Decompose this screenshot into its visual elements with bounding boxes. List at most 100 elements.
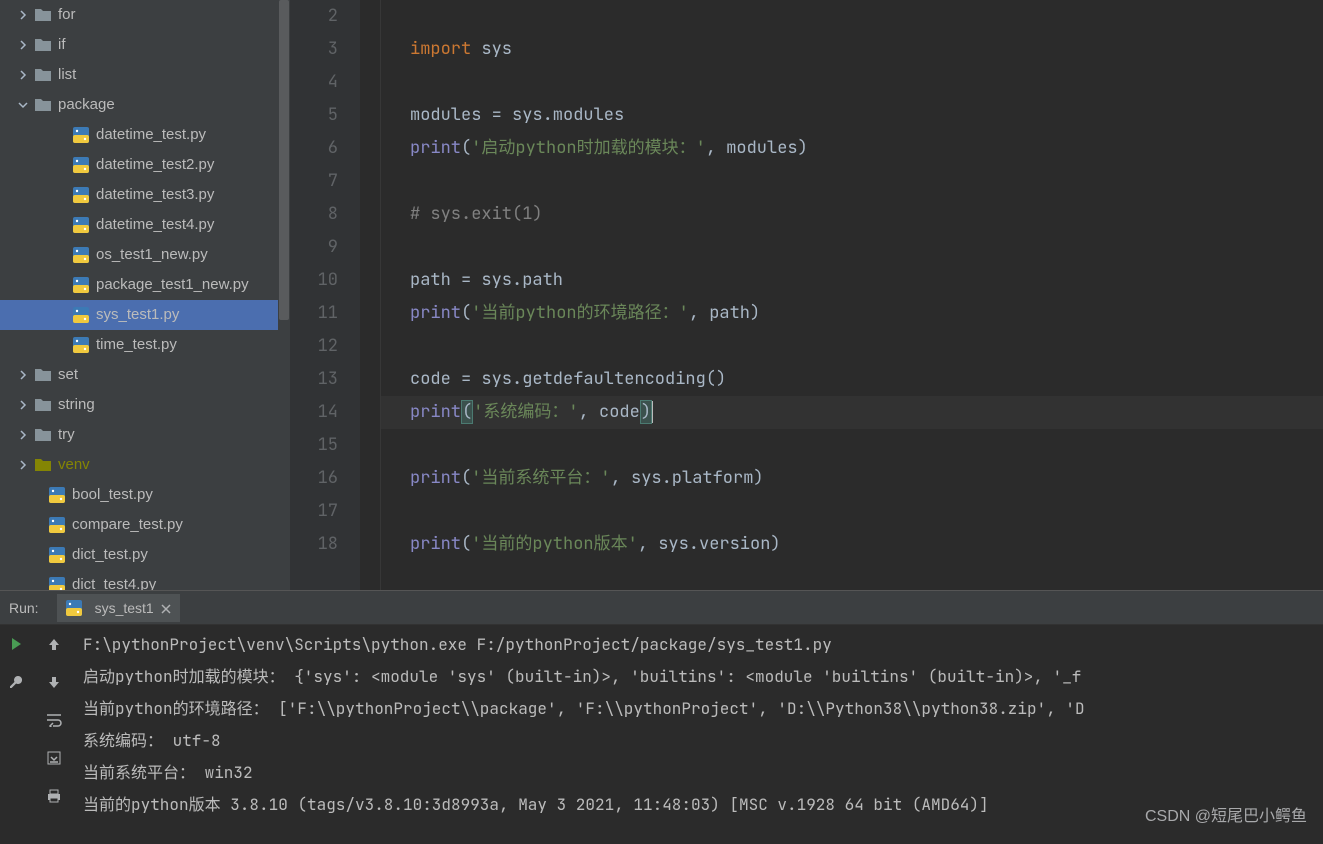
chevron-right-icon[interactable]	[16, 428, 30, 442]
python-file-icon	[72, 336, 90, 354]
line-number: 6	[290, 132, 338, 165]
tree-item-label: datetime_test.py	[96, 120, 206, 150]
tree-folder[interactable]: if	[0, 30, 290, 60]
tree-folder[interactable]: list	[0, 60, 290, 90]
tree-item-label: try	[58, 420, 75, 450]
tree-item-label: package_test1_new.py	[96, 270, 249, 300]
soft-wrap-icon[interactable]	[41, 707, 67, 733]
tree-item-label: os_test1_new.py	[96, 240, 208, 270]
tree-file[interactable]: datetime_test3.py	[0, 180, 290, 210]
code-editor[interactable]: 23456789101112131415161718 import sysmod…	[290, 0, 1323, 590]
code-line[interactable]: # sys.exit(1)	[380, 198, 1323, 231]
tree-item-label: dict_test4.py	[72, 570, 156, 590]
python-file-icon	[72, 126, 90, 144]
tree-file[interactable]: bool_test.py	[0, 480, 290, 510]
text-cursor	[652, 401, 653, 423]
line-number: 3	[290, 33, 338, 66]
code-line[interactable]: print('当前系统平台：', sys.platform)	[380, 462, 1323, 495]
watermark: CSDN @短尾巴小鳄鱼	[1145, 802, 1307, 826]
code-line[interactable]	[380, 0, 1323, 33]
chevron-right-icon[interactable]	[16, 458, 30, 472]
tree-item-label: for	[58, 0, 76, 30]
line-number: 17	[290, 495, 338, 528]
run-tab[interactable]: sys_test1	[57, 594, 180, 622]
code-line[interactable]: import sys	[380, 33, 1323, 66]
code-line[interactable]: code = sys.getdefaultencoding()	[380, 363, 1323, 396]
tree-item-label: dict_test.py	[72, 540, 148, 570]
line-number: 4	[290, 66, 338, 99]
tree-folder[interactable]: string	[0, 390, 290, 420]
line-number: 18	[290, 528, 338, 561]
tree-folder[interactable]: try	[0, 420, 290, 450]
code-line[interactable]	[380, 495, 1323, 528]
code-line[interactable]: print('启动python时加载的模块：', modules)	[380, 132, 1323, 165]
down-arrow-icon[interactable]	[41, 669, 67, 695]
code-line[interactable]	[380, 429, 1323, 462]
run-toolbar	[0, 625, 75, 844]
sidebar-scrollbar-track[interactable]	[278, 0, 290, 454]
indent-guide	[380, 0, 381, 590]
code-line[interactable]	[380, 165, 1323, 198]
code-line[interactable]: modules = sys.modules	[380, 99, 1323, 132]
editor-code-area[interactable]: import sys modules = sys.modulesprint('启动…	[360, 0, 1323, 590]
tree-folder[interactable]: venv	[0, 450, 290, 480]
chevron-right-icon[interactable]	[16, 8, 30, 22]
chevron-right-icon[interactable]	[16, 38, 30, 52]
run-tab-label: sys_test1	[95, 600, 154, 616]
tree-file[interactable]: datetime_test4.py	[0, 210, 290, 240]
code-line[interactable]	[380, 231, 1323, 264]
chevron-down-icon[interactable]	[16, 98, 30, 112]
tree-folder[interactable]: set	[0, 360, 290, 390]
tree-file[interactable]: datetime_test2.py	[0, 150, 290, 180]
python-file-icon	[72, 306, 90, 324]
wrench-icon[interactable]	[3, 669, 29, 695]
tree-file[interactable]: datetime_test.py	[0, 120, 290, 150]
tree-file[interactable]: sys_test1.py	[0, 300, 290, 330]
python-file-icon	[72, 156, 90, 174]
tree-folder[interactable]: for	[0, 0, 290, 30]
tree-file[interactable]: compare_test.py	[0, 510, 290, 540]
code-line[interactable]	[380, 330, 1323, 363]
project-tree[interactable]: foriflistpackagedatetime_test.pydatetime…	[0, 0, 290, 590]
python-file-icon	[48, 546, 66, 564]
tree-file[interactable]: time_test.py	[0, 330, 290, 360]
up-arrow-icon[interactable]	[41, 631, 67, 657]
chevron-right-icon[interactable]	[16, 68, 30, 82]
line-number: 14	[290, 396, 338, 429]
tree-file[interactable]: package_test1_new.py	[0, 270, 290, 300]
console-line: F:\pythonProject\venv\Scripts\python.exe…	[83, 629, 1323, 661]
tree-item-label: compare_test.py	[72, 510, 183, 540]
folder-icon	[34, 396, 52, 414]
rerun-button[interactable]	[3, 631, 29, 657]
chevron-right-icon[interactable]	[16, 398, 30, 412]
scroll-to-end-icon[interactable]	[41, 745, 67, 771]
tree-file[interactable]: dict_test.py	[0, 540, 290, 570]
code-line[interactable]: path = sys.path	[380, 264, 1323, 297]
tree-item-label: sys_test1.py	[96, 300, 179, 330]
print-icon[interactable]	[41, 783, 67, 809]
code-line[interactable]: print('系统编码：', code)	[380, 396, 1323, 429]
tree-file[interactable]: os_test1_new.py	[0, 240, 290, 270]
console-line: 启动python时加载的模块： {'sys': <module 'sys' (b…	[83, 661, 1323, 693]
python-file-icon	[72, 246, 90, 264]
chevron-right-icon[interactable]	[16, 368, 30, 382]
run-console-output[interactable]: F:\pythonProject\venv\Scripts\python.exe…	[75, 625, 1323, 844]
tree-item-label: package	[58, 90, 115, 120]
python-file-icon	[48, 576, 66, 590]
folder-icon	[34, 96, 52, 114]
code-line[interactable]	[380, 66, 1323, 99]
close-icon[interactable]	[160, 602, 172, 614]
python-file-icon	[72, 276, 90, 294]
line-number: 8	[290, 198, 338, 231]
tree-folder[interactable]: package	[0, 90, 290, 120]
line-number: 7	[290, 165, 338, 198]
code-line[interactable]: print('当前python的环境路径：', path)	[380, 297, 1323, 330]
folder-icon	[34, 366, 52, 384]
sidebar-scrollbar-thumb[interactable]	[279, 0, 289, 320]
code-line[interactable]: print('当前的python版本', sys.version)	[380, 528, 1323, 561]
python-file-icon	[48, 486, 66, 504]
line-number: 12	[290, 330, 338, 363]
line-number: 9	[290, 231, 338, 264]
tree-file[interactable]: dict_test4.py	[0, 570, 290, 590]
tree-item-label: list	[58, 60, 76, 90]
